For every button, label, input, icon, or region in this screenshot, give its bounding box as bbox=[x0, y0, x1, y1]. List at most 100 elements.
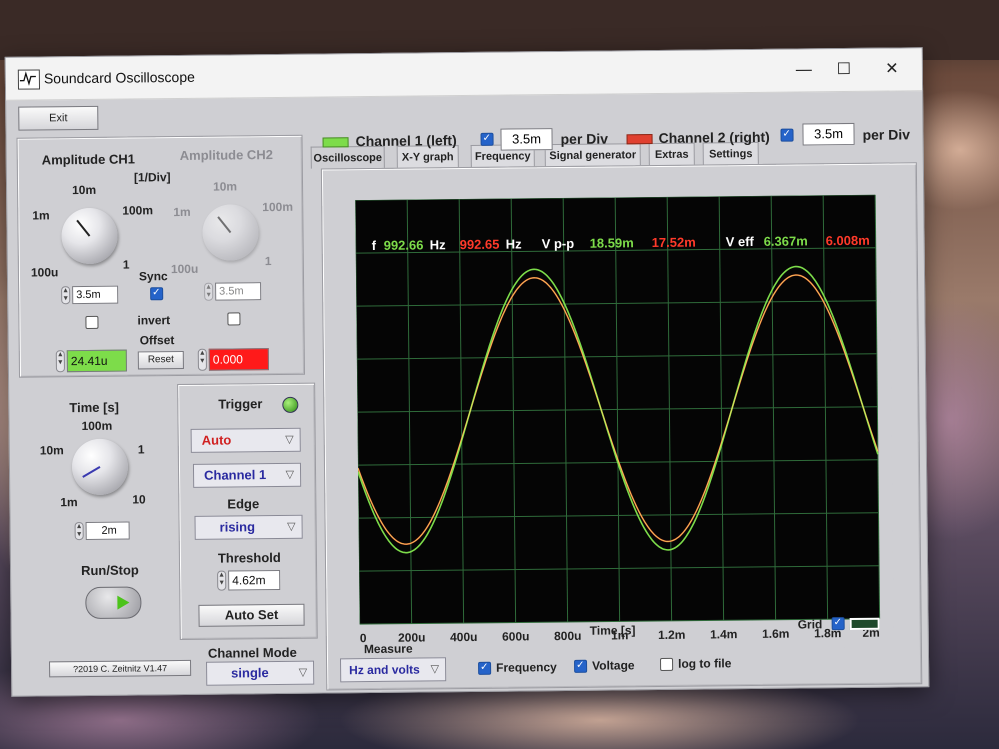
amplitude-ch2-title: Amplitude CH2 bbox=[179, 147, 273, 163]
x-tick-label: 1.2m bbox=[658, 628, 686, 642]
invert-ch2-checkbox[interactable] bbox=[227, 312, 241, 326]
readout-vpp-ch2: 17.52m bbox=[651, 234, 696, 251]
log-to-file-label: log to file bbox=[677, 656, 732, 671]
x-tick-label: 1.4m bbox=[710, 627, 738, 641]
time-input[interactable]: 2m bbox=[85, 521, 130, 541]
ch2-knob-label-100m: 100m bbox=[262, 199, 294, 215]
ch1-knob-label-10m: 10m bbox=[72, 182, 97, 198]
readout-f-unit2: Hz bbox=[505, 236, 522, 252]
ch1-knob-label-100u: 100u bbox=[30, 265, 59, 280]
x-tick-label: 1.6m bbox=[762, 627, 790, 641]
trigger-mode-select[interactable]: Auto ▽ bbox=[190, 427, 301, 453]
time-knob-label-1m: 1m bbox=[60, 495, 78, 510]
trigger-mode-value: Auto bbox=[201, 432, 232, 448]
exit-button[interactable]: Exit bbox=[18, 105, 99, 131]
trigger-channel-value: Channel 1 bbox=[203, 467, 267, 483]
readout-veff-ch1: 6.367m bbox=[763, 233, 808, 249]
offset-label: Offset bbox=[139, 333, 175, 348]
ch1-knob-label-100m: 100m bbox=[122, 203, 154, 218]
run-stop-button[interactable] bbox=[85, 586, 142, 620]
sync-checkbox[interactable] bbox=[150, 287, 164, 301]
minimize-button[interactable]: — bbox=[784, 55, 824, 85]
ch2-per-div-label: per Div bbox=[862, 126, 911, 143]
channel-mode-select[interactable]: single ▽ bbox=[206, 660, 315, 686]
ch2-enable-checkbox[interactable] bbox=[780, 128, 794, 142]
ch1-per-div-input[interactable]: 3.5m bbox=[500, 128, 553, 151]
ch2-per-div-input[interactable]: 3.5m bbox=[802, 122, 855, 146]
grid-color-swatch[interactable] bbox=[849, 617, 880, 631]
edge-label: Edge bbox=[227, 496, 260, 512]
time-knob[interactable] bbox=[71, 438, 129, 496]
measure-mode-select[interactable]: Hz and volts ▽ bbox=[339, 657, 447, 683]
ch2-label: Channel 2 (right) bbox=[658, 128, 770, 146]
readout-f-unit1: Hz bbox=[429, 237, 446, 253]
invert-ch1-checkbox[interactable] bbox=[85, 315, 99, 329]
ch1-per-div-label: per Div bbox=[560, 130, 609, 148]
window-title: Soundcard Oscilloscope bbox=[43, 68, 195, 87]
ch1-knob-label-1: 1 bbox=[122, 257, 130, 272]
measure-voltage-label: Voltage bbox=[592, 658, 635, 673]
ch2-knob-label-10m: 10m bbox=[212, 179, 238, 194]
readout-veff-ch2: 6.008m bbox=[825, 232, 870, 249]
trigger-led bbox=[282, 396, 299, 413]
channel-mode-label: Channel Mode bbox=[207, 644, 297, 661]
channel-mode-value: single bbox=[231, 665, 269, 681]
x-tick-label: 400u bbox=[450, 630, 478, 644]
offset-reset-button[interactable]: Reset bbox=[137, 350, 184, 370]
invert-label: invert bbox=[137, 313, 171, 328]
play-icon bbox=[117, 595, 130, 610]
trigger-edge-select[interactable]: rising ▽ bbox=[194, 514, 303, 540]
offset-ch2-spinner[interactable]: ▲ ▼ bbox=[197, 348, 207, 371]
app-icon bbox=[17, 69, 41, 90]
amplitude-ch1-knob[interactable] bbox=[61, 207, 118, 265]
readout-veff-label: V eff bbox=[725, 233, 754, 250]
readout-vpp-label: V p-p bbox=[541, 235, 575, 252]
measure-voltage-checkbox[interactable] bbox=[574, 659, 588, 673]
log-to-file-checkbox[interactable] bbox=[660, 657, 674, 671]
sync-label: Sync bbox=[138, 269, 168, 284]
auto-set-button[interactable]: Auto Set bbox=[198, 603, 305, 627]
close-button[interactable]: ✕ bbox=[872, 54, 912, 84]
time-knob-label-10m: 10m bbox=[39, 443, 64, 458]
offset-ch1-spinner[interactable]: ▲ ▼ bbox=[55, 350, 65, 373]
ch1-enable-checkbox[interactable] bbox=[480, 132, 494, 146]
ch1-label: Channel 1 (left) bbox=[355, 132, 457, 150]
threshold-spinner[interactable]: ▲ ▼ bbox=[217, 570, 227, 591]
offset-ch2-input[interactable]: 0.000 bbox=[208, 348, 269, 371]
time-title: Time [s] bbox=[69, 399, 120, 416]
grid-checkbox[interactable] bbox=[831, 617, 845, 631]
ch2-amplitude-input[interactable]: 3.5m bbox=[215, 282, 262, 301]
trigger-title: Trigger bbox=[218, 396, 263, 412]
trigger-edge-value: rising bbox=[219, 519, 256, 535]
ch1-amplitude-input[interactable]: 3.5m bbox=[72, 285, 119, 305]
measure-frequency-checkbox[interactable] bbox=[478, 661, 492, 675]
trigger-panel: Trigger Auto ▽ Channel 1 ▽ Edge rising ▽ Th… bbox=[177, 382, 318, 641]
div-unit-label: [1/Div] bbox=[133, 170, 171, 185]
amplitude-ch1-title: Amplitude CH1 bbox=[41, 151, 136, 168]
amplitude-panel: Amplitude CH1 Amplitude CH2 [1/Div] 10m … bbox=[16, 134, 306, 378]
amplitude-ch2-knob[interactable] bbox=[202, 204, 259, 261]
ch1-color-swatch bbox=[322, 137, 349, 148]
offset-ch1-input[interactable]: 24.41u bbox=[66, 349, 127, 373]
ch2-color-swatch bbox=[626, 134, 653, 145]
readout-vpp-ch1: 18.59m bbox=[589, 235, 634, 251]
measure-mode-value: Hz and volts bbox=[349, 662, 420, 678]
threshold-input[interactable]: 4.62m bbox=[228, 569, 281, 591]
chevron-down-icon: ▽ bbox=[285, 468, 295, 481]
ch1-amplitude-spinner[interactable]: ▲ ▼ bbox=[61, 286, 71, 305]
threshold-label: Threshold bbox=[217, 549, 281, 566]
scope-display: 0 200u 400u 600u 800u 1m 1.2m 1.4m 1.6m 1.8m 2m f … bbox=[354, 194, 894, 653]
maximize-button[interactable]: ☐ bbox=[824, 55, 864, 85]
ch2-knob-label-100u: 100u bbox=[170, 261, 199, 277]
run-stop-label: Run/Stop bbox=[80, 562, 139, 579]
chevron-down-icon: ▽ bbox=[298, 666, 308, 679]
copyright-label: ?2019 C. Zeitnitz V1.47 bbox=[49, 659, 192, 678]
tab-oscilloscope[interactable]: Oscilloscope bbox=[310, 145, 385, 169]
ch2-amplitude-spinner[interactable]: ▲ ▼ bbox=[204, 282, 214, 301]
x-tick-label: 600u bbox=[502, 629, 530, 643]
tab-extras[interactable]: Extras bbox=[648, 142, 695, 166]
trigger-channel-select[interactable]: Channel 1 ▽ bbox=[192, 462, 302, 488]
readout-f-label: f bbox=[371, 237, 377, 253]
time-spinner[interactable]: ▲ ▼ bbox=[74, 522, 84, 541]
x-axis-label: Time [s] bbox=[589, 623, 636, 638]
